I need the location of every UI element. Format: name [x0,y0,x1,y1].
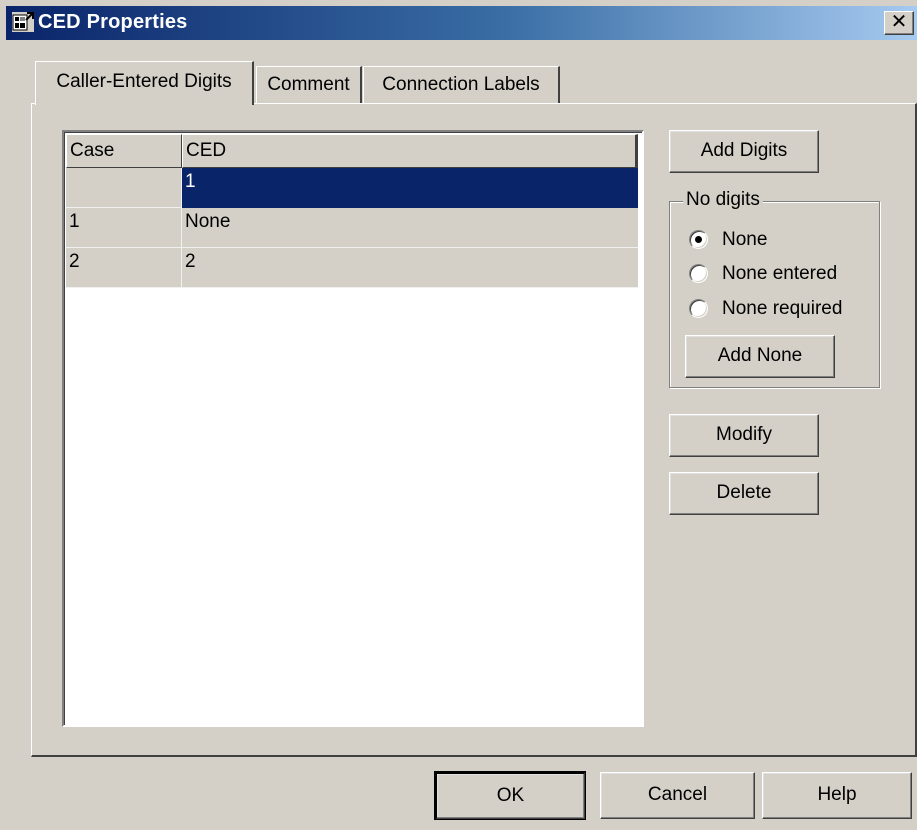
table-row-cell-ced[interactable]: 2 [182,248,638,288]
title-bar[interactable]: CED Properties ✕ [6,6,917,40]
table-row-cell-case[interactable]: 2 [66,248,182,288]
help-button[interactable]: Help [762,772,912,819]
table-row-cell-ced[interactable]: None [182,208,638,248]
ced-grid[interactable]: Case CED 1 1 1 None 2 2 [62,130,644,727]
table-row-cell-ced[interactable]: 1 [182,168,638,208]
add-digits-button[interactable]: Add Digits [669,130,819,173]
table-row-cell-case[interactable]: 1 [66,168,182,239]
radio-none-entered-label[interactable]: None entered [722,260,837,288]
tab-comment[interactable]: Comment [256,66,362,103]
add-none-button[interactable]: Add None [685,335,835,378]
close-icon: ✕ [890,11,908,33]
close-button[interactable]: ✕ [884,11,914,35]
app-icon [12,12,34,32]
radio-checked-icon[interactable] [689,230,708,249]
radio-none-label[interactable]: None [722,226,767,254]
window-title: CED Properties [38,11,188,33]
tab-caller-entered-digits[interactable]: Caller-Entered Digits [35,61,254,105]
radio-unchecked-icon[interactable] [689,299,708,318]
no-digits-legend: No digits [683,189,763,211]
tab-connection-labels[interactable]: Connection Labels [363,66,560,103]
ok-button[interactable]: OK [434,771,586,820]
modify-button[interactable]: Modify [669,414,819,457]
column-header-ced[interactable]: CED [182,134,638,168]
delete-button[interactable]: Delete [669,472,819,515]
radio-none-required-label[interactable]: None required [722,295,842,323]
table-row-cell-case[interactable]: 1 [66,208,182,248]
radio-unchecked-icon[interactable] [689,264,708,283]
column-header-case[interactable]: Case [66,134,182,168]
cancel-button[interactable]: Cancel [600,772,755,819]
